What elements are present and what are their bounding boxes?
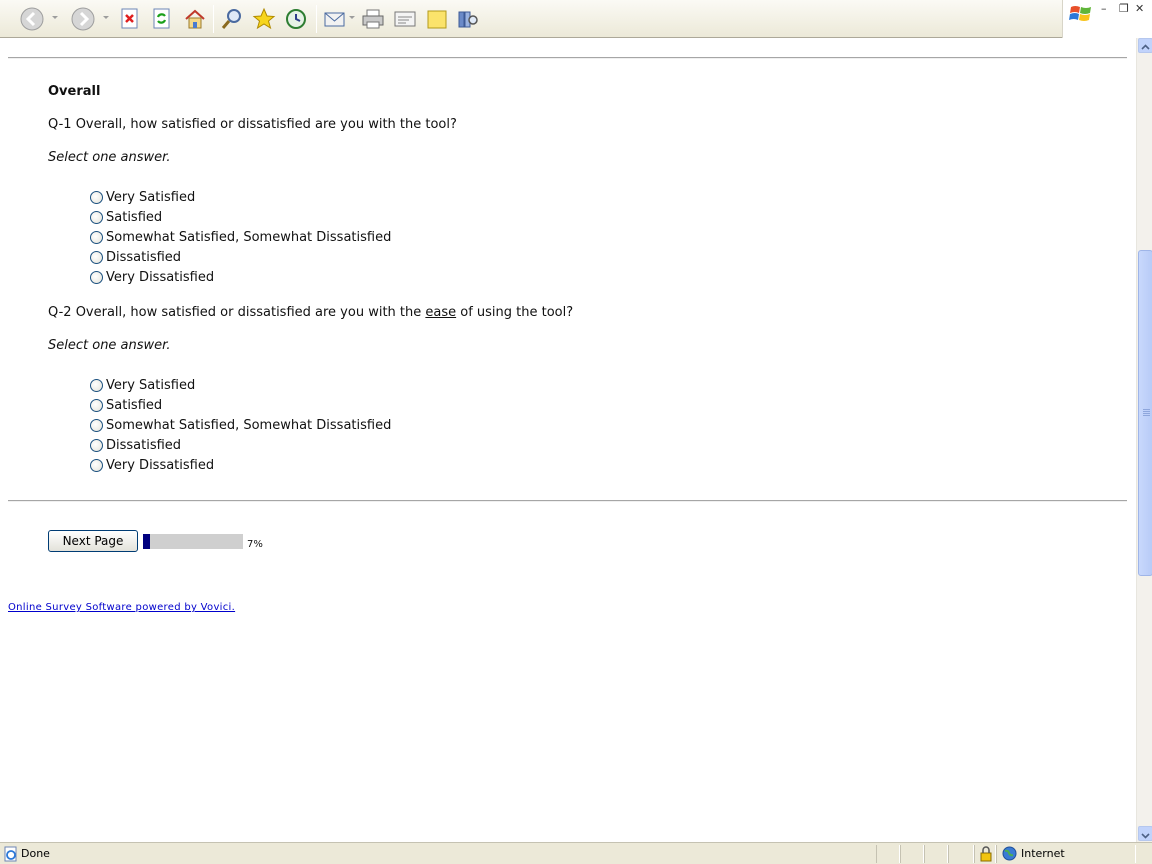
next-page-button[interactable]: Next Page bbox=[48, 530, 138, 552]
question-1-text: Q-1 Overall, how satisfied or dissatisfi… bbox=[48, 117, 457, 132]
q2-option-neutral[interactable]: Somewhat Satisfied, Somewhat Dissatisfie… bbox=[90, 417, 391, 433]
radio-button[interactable] bbox=[90, 458, 103, 472]
discuss-icon[interactable] bbox=[424, 4, 450, 34]
top-divider bbox=[8, 57, 1127, 59]
vovici-footer-link[interactable]: Online Survey Software powered by Vovici… bbox=[8, 602, 235, 613]
status-pane bbox=[900, 845, 924, 863]
browser-toolbar bbox=[0, 0, 1062, 38]
scroll-thumb[interactable] bbox=[1138, 250, 1152, 576]
status-pane bbox=[924, 845, 948, 863]
option-label: Dissatisfied bbox=[106, 437, 182, 453]
status-pane bbox=[876, 845, 900, 863]
page-icon bbox=[4, 846, 17, 862]
status-bar: Done Internet bbox=[0, 842, 1152, 864]
option-label: Very Satisfied bbox=[106, 189, 196, 205]
radio-button[interactable] bbox=[90, 250, 103, 264]
favorites-icon[interactable] bbox=[251, 4, 277, 34]
q1-option-neutral[interactable]: Somewhat Satisfied, Somewhat Dissatisfie… bbox=[90, 229, 391, 245]
radio-button[interactable] bbox=[90, 230, 103, 244]
back-icon[interactable] bbox=[18, 4, 46, 34]
option-label: Dissatisfied bbox=[106, 249, 182, 265]
option-label: Very Dissatisfied bbox=[106, 457, 215, 473]
search-icon[interactable] bbox=[219, 4, 245, 34]
status-text: Done bbox=[21, 847, 50, 860]
status-pane bbox=[948, 845, 974, 863]
zone-text: Internet bbox=[1021, 847, 1065, 860]
q1-option-dissatisfied[interactable]: Dissatisfied bbox=[90, 249, 181, 265]
radio-button[interactable] bbox=[90, 438, 103, 452]
close-icon[interactable]: ✕ bbox=[1135, 2, 1144, 15]
toolbar-separator bbox=[316, 5, 317, 33]
stop-icon[interactable] bbox=[119, 4, 141, 34]
section-title: Overall bbox=[48, 84, 101, 99]
option-label: Satisfied bbox=[106, 209, 163, 225]
minimize-icon[interactable]: – bbox=[1101, 2, 1107, 15]
option-label: Satisfied bbox=[106, 397, 163, 413]
question-2-text-start: Q-2 Overall, how satisfied or dissatisfi… bbox=[48, 305, 426, 320]
forward-icon[interactable] bbox=[69, 4, 97, 34]
print-icon[interactable] bbox=[360, 4, 386, 34]
status-zone-pane bbox=[996, 845, 1136, 863]
radio-button[interactable] bbox=[90, 210, 103, 224]
question-2-text: Q-2 Overall, how satisfied or dissatisfi… bbox=[48, 305, 573, 320]
vertical-scrollbar[interactable] bbox=[1136, 38, 1152, 842]
restore-icon[interactable]: ❐ bbox=[1119, 2, 1129, 15]
research-icon[interactable] bbox=[455, 4, 481, 34]
progress-bar-fill bbox=[143, 534, 150, 549]
page-content: Overall Q-1 Overall, how satisfied or di… bbox=[0, 38, 1136, 842]
q2-option-very-dissatisfied[interactable]: Very Dissatisfied bbox=[90, 457, 214, 473]
progress-bar bbox=[143, 534, 243, 549]
radio-button[interactable] bbox=[90, 270, 103, 284]
option-label: Somewhat Satisfied, Somewhat Dissatisfie… bbox=[106, 229, 392, 245]
mail-icon[interactable] bbox=[322, 4, 348, 34]
scroll-down-arrow[interactable] bbox=[1138, 826, 1152, 841]
lock-icon bbox=[980, 846, 992, 862]
history-icon[interactable] bbox=[283, 4, 309, 34]
question-2-text-end: of using the tool? bbox=[456, 305, 574, 320]
option-label: Very Satisfied bbox=[106, 377, 196, 393]
radio-button[interactable] bbox=[90, 378, 103, 392]
mail-dropdown-icon[interactable] bbox=[349, 16, 355, 19]
toolbar-separator bbox=[213, 5, 214, 33]
q1-option-very-dissatisfied[interactable]: Very Dissatisfied bbox=[90, 269, 214, 285]
radio-button[interactable] bbox=[90, 190, 103, 204]
option-label: Very Dissatisfied bbox=[106, 269, 215, 285]
edit-icon[interactable] bbox=[392, 4, 418, 34]
question-2-instruction: Select one answer. bbox=[48, 338, 171, 353]
q2-option-very-satisfied[interactable]: Very Satisfied bbox=[90, 377, 195, 393]
home-icon[interactable] bbox=[182, 4, 208, 34]
q2-option-satisfied[interactable]: Satisfied bbox=[90, 397, 162, 413]
question-1-instruction: Select one answer. bbox=[48, 150, 171, 165]
q2-option-dissatisfied[interactable]: Dissatisfied bbox=[90, 437, 181, 453]
windows-brand-area: – ❐ ✕ bbox=[1062, 0, 1152, 38]
radio-button[interactable] bbox=[90, 398, 103, 412]
q1-option-very-satisfied[interactable]: Very Satisfied bbox=[90, 189, 195, 205]
bottom-divider bbox=[8, 500, 1127, 502]
forward-dropdown-icon[interactable] bbox=[103, 16, 109, 19]
back-dropdown-icon[interactable] bbox=[52, 16, 58, 19]
option-label: Somewhat Satisfied, Somewhat Dissatisfie… bbox=[106, 417, 392, 433]
question-2-emphasis: ease bbox=[425, 305, 457, 320]
radio-button[interactable] bbox=[90, 418, 103, 432]
progress-percent: 7% bbox=[247, 539, 263, 550]
internet-globe-icon bbox=[1002, 846, 1017, 861]
scroll-up-arrow[interactable] bbox=[1138, 38, 1152, 53]
refresh-icon[interactable] bbox=[151, 4, 173, 34]
q1-option-satisfied[interactable]: Satisfied bbox=[90, 209, 162, 225]
windows-logo-icon bbox=[1069, 6, 1091, 21]
